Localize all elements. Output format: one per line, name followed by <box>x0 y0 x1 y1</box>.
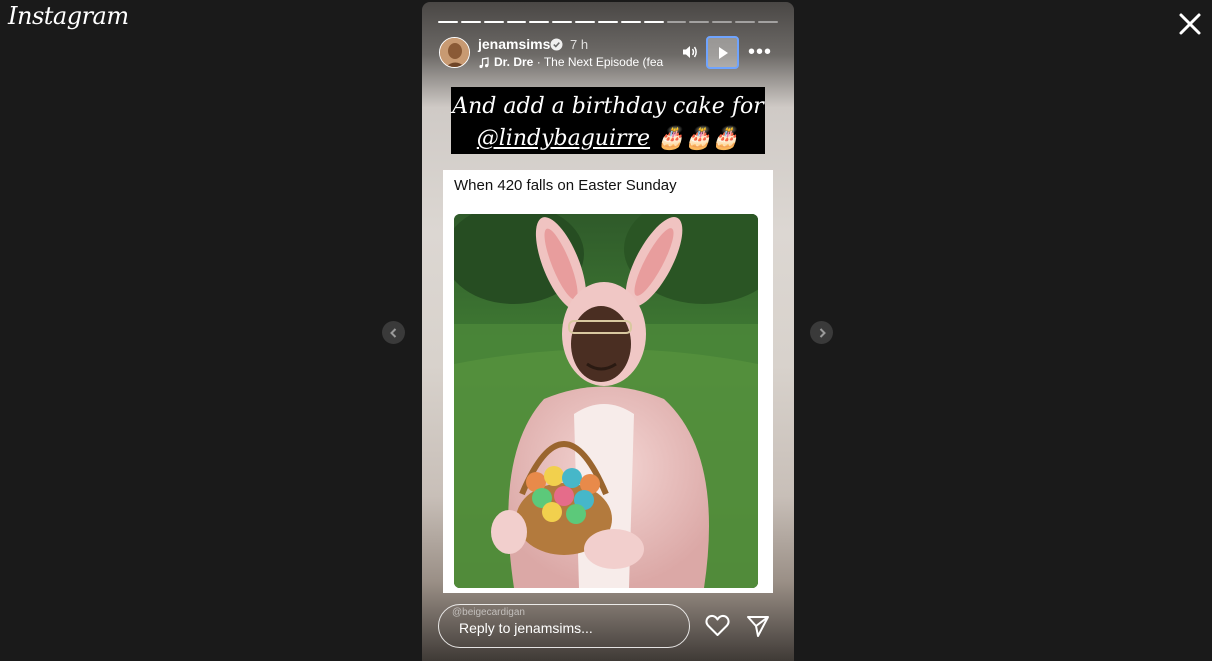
chevron-left-icon <box>389 327 396 338</box>
music-separator: · <box>533 55 544 69</box>
play-button[interactable] <box>706 36 739 69</box>
next-story-button[interactable] <box>810 321 833 344</box>
post-caption: When 420 falls on Easter Sunday <box>454 177 677 194</box>
close-button[interactable] <box>1176 10 1204 38</box>
avatar-image <box>440 38 469 67</box>
story-viewer[interactable]: jenamsims 7 h Dr. Dre · The Next Episode… <box>422 2 794 661</box>
progress-segment <box>552 21 573 23</box>
progress-segment <box>758 21 778 23</box>
progress-segment <box>643 21 664 23</box>
music-attribution[interactable]: Dr. Dre · The Next Episode (fea <box>494 55 666 69</box>
progress-segment <box>689 21 710 23</box>
heart-icon[interactable] <box>705 614 730 637</box>
chevron-right-icon <box>819 327 826 338</box>
story-timestamp: 7 h <box>570 37 589 52</box>
more-options-button[interactable]: ••• <box>748 42 772 62</box>
speaker-icon[interactable] <box>681 43 699 61</box>
caption-mention-link[interactable]: @lindybaguirre <box>477 126 650 151</box>
close-icon <box>1179 13 1201 35</box>
reply-placeholder: Reply to jenamsims... <box>459 620 593 636</box>
shared-post-card[interactable]: When 420 falls on Easter Sunday <box>443 170 773 593</box>
more-icon: ••• <box>748 41 773 63</box>
progress-segment <box>575 21 596 23</box>
progress-segment <box>712 21 733 23</box>
post-image <box>454 214 758 588</box>
avatar[interactable] <box>439 37 470 68</box>
reply-mention-tag: @beigecardigan <box>452 607 525 618</box>
progress-segment <box>438 21 458 23</box>
progress-segment <box>735 21 756 23</box>
share-icon[interactable] <box>746 614 770 638</box>
progress-segment <box>598 21 618 23</box>
story-caption: And add a birthday cake for @lindybaguir… <box>451 87 765 154</box>
birthday-cake-emoji: 🎂🎂🎂 <box>657 126 740 151</box>
instagram-logo[interactable]: Instagram <box>8 2 129 30</box>
reply-input[interactable]: @beigecardigan Reply to jenamsims... <box>438 604 690 648</box>
music-note-icon <box>479 57 489 69</box>
progress-segment <box>666 21 687 23</box>
progress-segment <box>506 21 527 23</box>
caption-line: And add a birthday cake for <box>452 94 764 119</box>
progress-segment <box>460 21 481 23</box>
progress-segment <box>529 21 550 23</box>
progress-segment <box>483 21 504 23</box>
music-track: The Next Episode (fea <box>543 55 664 69</box>
progress-segment <box>620 21 641 23</box>
verified-icon <box>550 38 563 51</box>
previous-story-button[interactable] <box>382 321 405 344</box>
music-artist: Dr. Dre <box>494 55 534 69</box>
story-username[interactable]: jenamsims <box>478 36 550 52</box>
play-icon <box>718 46 728 59</box>
story-progress-bar <box>438 21 778 23</box>
